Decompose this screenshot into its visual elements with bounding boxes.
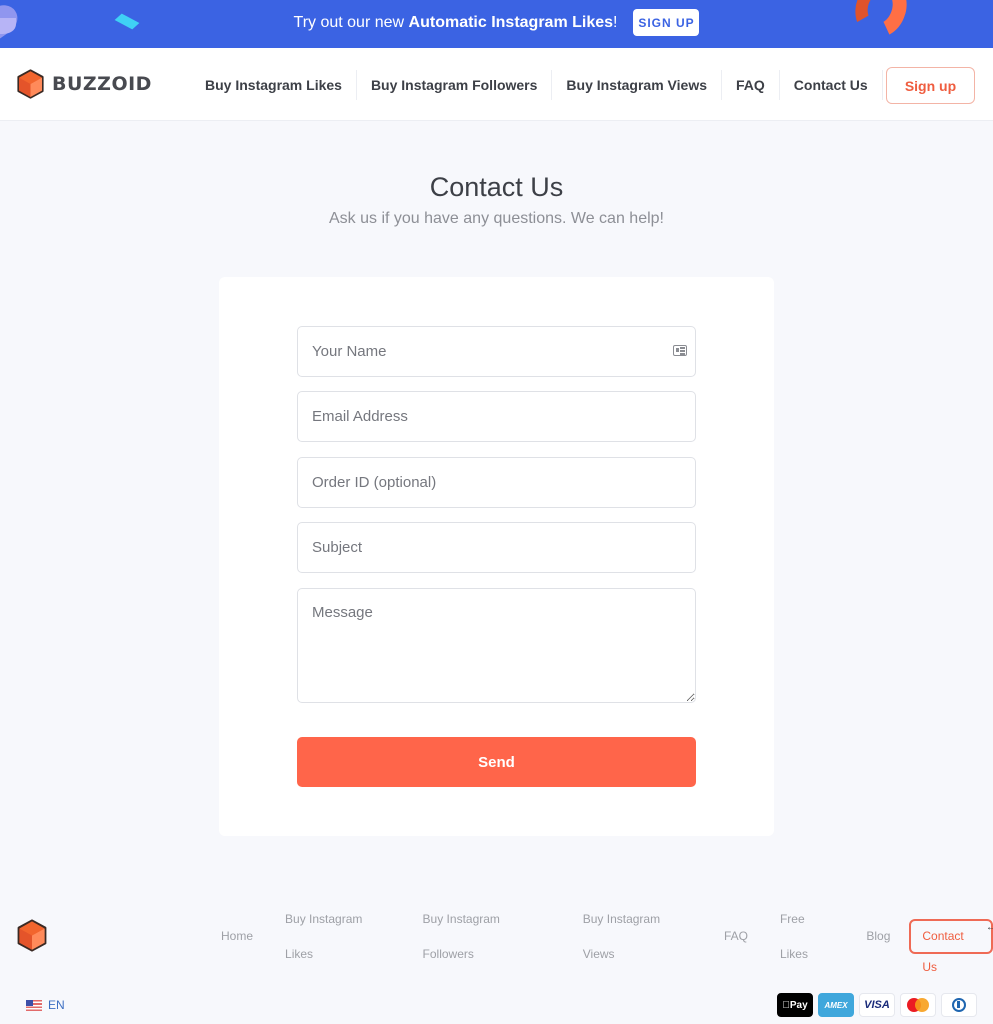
cube-logo-icon bbox=[17, 919, 47, 952]
cube-logo-icon bbox=[17, 69, 44, 99]
diners-club-icon bbox=[941, 993, 977, 1017]
mouse-cursor-icon: ← bbox=[986, 922, 993, 933]
us-flag-icon bbox=[26, 999, 42, 1011]
nav-faq[interactable]: FAQ bbox=[722, 70, 780, 100]
payment-methods: Pay AMEX VISA bbox=[777, 993, 977, 1017]
brand-logo[interactable]: BUZZOID bbox=[17, 69, 152, 99]
promo-text-highlight: Automatic Instagram Likes bbox=[408, 13, 614, 31]
promo-text: Try out our new Automatic Instagram Like… bbox=[294, 14, 618, 32]
order-id-input[interactable] bbox=[297, 457, 696, 508]
footer-link-free-likes[interactable]: Free Likes bbox=[764, 902, 850, 972]
name-input[interactable] bbox=[297, 326, 696, 377]
nav-buy-instagram-followers[interactable]: Buy Instagram Followers bbox=[357, 70, 553, 100]
contact-form: Send bbox=[219, 277, 774, 836]
page-title: Contact Us bbox=[429, 172, 564, 202]
footer-nav: Home Buy Instagram Likes Buy Instagram F… bbox=[205, 912, 993, 974]
footer-link-blog[interactable]: Blog bbox=[850, 919, 906, 954]
main-nav: Buy Instagram Likes Buy Instagram Follow… bbox=[191, 70, 949, 100]
apple-pay-icon: Pay bbox=[777, 993, 813, 1017]
nav-buy-instagram-likes[interactable]: Buy Instagram Likes bbox=[191, 70, 357, 100]
language-label: EN bbox=[48, 998, 65, 1012]
brand-name: BUZZOID bbox=[52, 73, 152, 95]
mastercard-icon bbox=[900, 993, 936, 1017]
footer-link-buy-instagram-views[interactable]: Buy Instagram Views bbox=[567, 902, 708, 972]
footer-link-buy-instagram-likes[interactable]: Buy Instagram Likes bbox=[269, 902, 407, 972]
amex-icon: AMEX bbox=[818, 993, 854, 1017]
promo-text-suffix: ! bbox=[613, 13, 618, 31]
footer-link-faq[interactable]: FAQ bbox=[708, 919, 764, 954]
subject-input[interactable] bbox=[297, 522, 696, 573]
promo-sign-up-button[interactable]: SIGN UP bbox=[633, 9, 700, 36]
footer-link-contact-us[interactable]: Contact Us bbox=[909, 919, 993, 974]
footer-logo[interactable] bbox=[17, 919, 47, 957]
nav-buy-instagram-views[interactable]: Buy Instagram Views bbox=[552, 70, 722, 100]
promo-banner: Try out our new Automatic Instagram Like… bbox=[0, 0, 993, 48]
page-subtitle: Ask us if you have any questions. We can… bbox=[328, 210, 664, 227]
contact-card-icon bbox=[673, 345, 687, 356]
message-textarea[interactable] bbox=[297, 588, 696, 703]
sign-up-button[interactable]: Sign up bbox=[886, 67, 975, 104]
site-header: BUZZOID Buy Instagram Likes Buy Instagra… bbox=[0, 48, 993, 121]
language-selector[interactable]: EN bbox=[26, 998, 65, 1012]
promo-text-prefix: Try out our new bbox=[293, 13, 409, 31]
send-button[interactable]: Send bbox=[297, 737, 696, 787]
email-input[interactable] bbox=[297, 391, 696, 442]
nav-contact-us[interactable]: Contact Us bbox=[780, 70, 883, 100]
footer-link-home[interactable]: Home bbox=[205, 919, 269, 954]
visa-icon: VISA bbox=[859, 993, 895, 1017]
footer-link-buy-instagram-followers[interactable]: Buy Instagram Followers bbox=[407, 902, 567, 972]
